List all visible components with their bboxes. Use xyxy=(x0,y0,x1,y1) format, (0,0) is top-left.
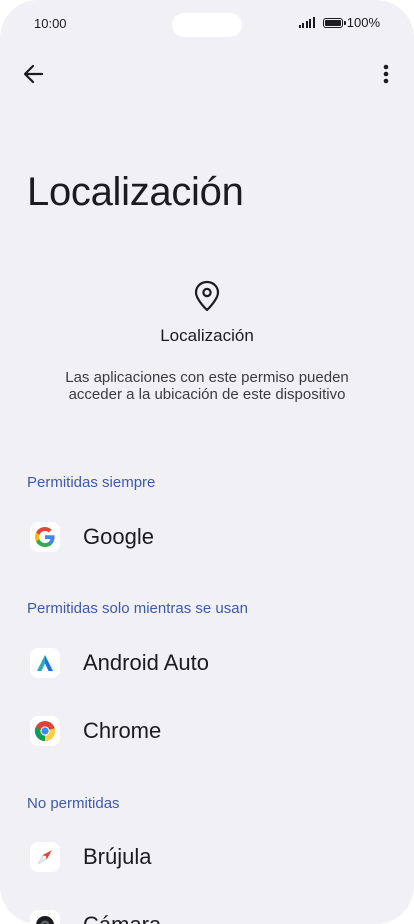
more-vert-icon xyxy=(383,64,389,84)
app-row-android-auto[interactable]: Android Auto xyxy=(0,633,414,693)
permission-description: Las aplicaciones con este permiso pueden… xyxy=(65,369,349,403)
back-button[interactable] xyxy=(20,60,48,88)
status-bar: 10:00 100% xyxy=(0,0,414,48)
chrome-icon xyxy=(30,716,60,746)
compass-icon xyxy=(30,842,60,872)
battery-icon xyxy=(322,17,346,28)
permission-name: Localización xyxy=(160,326,254,345)
google-icon xyxy=(30,522,60,552)
app-label: Google xyxy=(83,524,154,549)
status-time: 10:00 xyxy=(34,16,67,31)
signal-icon xyxy=(298,17,315,28)
more-options-button[interactable] xyxy=(374,60,398,88)
app-row-google[interactable]: Google xyxy=(0,507,414,567)
section-header-always: Permitidas siempre xyxy=(27,474,156,491)
app-row-compass[interactable]: Brújula xyxy=(0,827,414,887)
arrow-left-icon xyxy=(23,64,44,84)
status-icons: 100% xyxy=(298,15,380,30)
page-title: Localización xyxy=(27,170,244,214)
app-row-chrome[interactable]: Chrome xyxy=(0,701,414,761)
android-auto-icon xyxy=(30,648,60,678)
app-label: Brújula xyxy=(83,844,152,869)
section-header-not-allowed: No permitidas xyxy=(27,795,120,812)
location-pin-icon xyxy=(191,279,223,313)
section-header-while-in-use: Permitidas solo mientras se usan xyxy=(27,600,248,617)
phone-screen: 10:00 100% Localización Localización Las… xyxy=(0,0,414,924)
app-row-camera[interactable]: Cámara xyxy=(0,895,414,924)
camera-cutout xyxy=(172,13,242,37)
battery-percent: 100% xyxy=(346,15,380,30)
app-label: Android Auto xyxy=(83,650,209,675)
camera-icon xyxy=(30,910,60,924)
app-label: Chrome xyxy=(83,718,162,743)
app-label: Cámara xyxy=(83,912,161,924)
